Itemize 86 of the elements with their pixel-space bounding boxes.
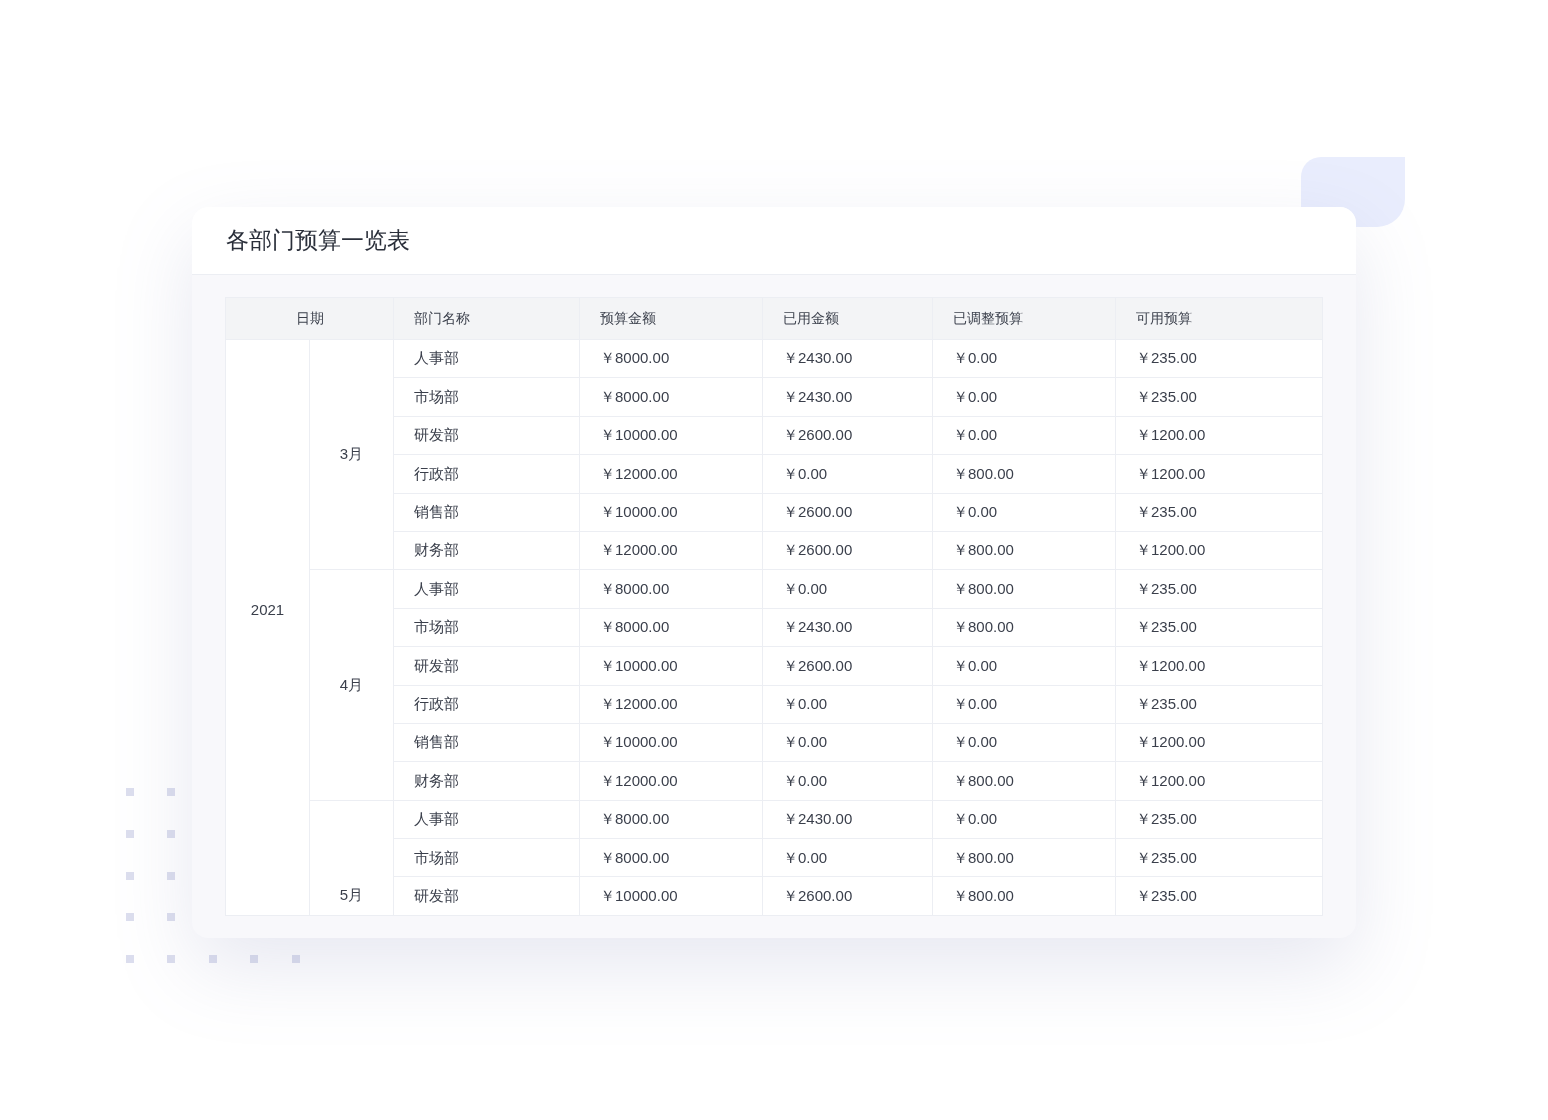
amount-cell: ￥235.00 bbox=[1136, 387, 1197, 405]
amount-cell: ￥10000.00 bbox=[600, 426, 678, 444]
month-cell: 5月 bbox=[339, 886, 364, 904]
amount-cell: ￥1200.00 bbox=[1136, 426, 1206, 444]
amount-cell: ￥12000.00 bbox=[600, 464, 678, 482]
amount-cell: ￥1200.00 bbox=[1136, 464, 1206, 482]
month-cell: 3月 bbox=[339, 445, 364, 463]
department-cell: 行政部 bbox=[414, 464, 459, 482]
amount-cell: ￥0.00 bbox=[953, 503, 998, 520]
amount-cell: ￥12000.00 bbox=[600, 771, 678, 789]
amount-cell: ￥235.00 bbox=[1136, 694, 1197, 712]
amount-cell: ￥1200.00 bbox=[1136, 656, 1206, 674]
amount-cell: ￥800.00 bbox=[953, 848, 1014, 866]
amount-cell: ￥8000.00 bbox=[600, 618, 670, 636]
amount-cell: ￥12000.00 bbox=[600, 541, 678, 559]
amount-cell: ￥0.00 bbox=[953, 426, 998, 444]
amount-cell: ￥1200.00 bbox=[1136, 771, 1206, 789]
amount-cell: ￥1200.00 bbox=[1136, 733, 1206, 751]
department-cell: 市场部 bbox=[414, 387, 459, 405]
amount-cell: ￥2430.00 bbox=[783, 810, 853, 828]
department-cell: 销售部 bbox=[414, 733, 459, 751]
amount-cell: ￥1200.00 bbox=[1136, 541, 1206, 559]
column-header: 已调整预算 bbox=[953, 310, 1023, 326]
column-header: 日期 bbox=[295, 310, 324, 326]
column-header: 可用预算 bbox=[1136, 310, 1192, 326]
department-cell: 销售部 bbox=[414, 503, 459, 520]
department-cell: 行政部 bbox=[414, 694, 459, 712]
amount-cell: ￥10000.00 bbox=[600, 503, 678, 520]
amount-cell: ￥2600.00 bbox=[783, 426, 853, 444]
department-cell: 财务部 bbox=[414, 771, 459, 789]
amount-cell: ￥0.00 bbox=[953, 694, 998, 712]
amount-cell: ￥0.00 bbox=[953, 656, 998, 674]
page-title: 各部门预算一览表 bbox=[226, 226, 410, 256]
department-cell: 人事部 bbox=[414, 349, 459, 367]
department-cell: 研发部 bbox=[414, 426, 459, 444]
amount-cell: ￥0.00 bbox=[783, 694, 828, 712]
department-cell: 研发部 bbox=[414, 886, 459, 904]
amount-cell: ￥10000.00 bbox=[600, 733, 678, 751]
amount-cell: ￥800.00 bbox=[953, 771, 1014, 789]
amount-cell: ￥0.00 bbox=[783, 579, 828, 597]
department-cell: 市场部 bbox=[414, 618, 459, 636]
amount-cell: ￥235.00 bbox=[1136, 618, 1197, 636]
column-header: 已用金额 bbox=[783, 310, 839, 326]
department-cell: 财务部 bbox=[414, 541, 459, 559]
department-cell: 人事部 bbox=[414, 810, 459, 828]
amount-cell: ￥0.00 bbox=[783, 848, 828, 866]
month-cell: 4月 bbox=[339, 675, 364, 693]
amount-cell: ￥235.00 bbox=[1136, 886, 1197, 904]
department-cell: 人事部 bbox=[414, 579, 459, 597]
amount-cell: ￥0.00 bbox=[783, 464, 828, 482]
amount-cell: ￥800.00 bbox=[953, 541, 1014, 559]
amount-cell: ￥8000.00 bbox=[600, 349, 670, 367]
amount-cell: ￥0.00 bbox=[953, 387, 998, 405]
amount-cell: ￥8000.00 bbox=[600, 810, 670, 828]
amount-cell: ￥235.00 bbox=[1136, 848, 1197, 866]
amount-cell: ￥0.00 bbox=[783, 733, 828, 751]
amount-cell: ￥2430.00 bbox=[783, 618, 853, 636]
amount-cell: ￥800.00 bbox=[953, 464, 1014, 482]
amount-cell: ￥2600.00 bbox=[783, 541, 853, 559]
amount-cell: ￥2600.00 bbox=[783, 886, 853, 904]
department-cell: 研发部 bbox=[414, 656, 459, 674]
amount-cell: ￥235.00 bbox=[1136, 810, 1197, 828]
department-cell: 市场部 bbox=[414, 848, 459, 866]
amount-cell: ￥8000.00 bbox=[600, 387, 670, 405]
amount-cell: ￥800.00 bbox=[953, 886, 1014, 904]
amount-cell: ￥235.00 bbox=[1136, 349, 1197, 367]
amount-cell: ￥2600.00 bbox=[783, 503, 853, 520]
amount-cell: ￥10000.00 bbox=[600, 656, 678, 674]
amount-cell: ￥12000.00 bbox=[600, 694, 678, 712]
amount-cell: ￥0.00 bbox=[953, 733, 998, 751]
amount-cell: ￥8000.00 bbox=[600, 579, 670, 597]
year-cell: 2021 bbox=[250, 601, 285, 619]
amount-cell: ￥10000.00 bbox=[600, 886, 678, 904]
amount-cell: ￥800.00 bbox=[953, 618, 1014, 636]
amount-cell: ￥2430.00 bbox=[783, 349, 853, 367]
column-header: 预算金额 bbox=[600, 310, 656, 326]
column-header: 部门名称 bbox=[414, 310, 470, 326]
amount-cell: ￥0.00 bbox=[953, 349, 998, 367]
amount-cell: ￥2600.00 bbox=[783, 656, 853, 674]
amount-cell: ￥235.00 bbox=[1136, 579, 1197, 597]
amount-cell: ￥8000.00 bbox=[600, 848, 670, 866]
amount-cell: ￥0.00 bbox=[783, 771, 828, 789]
amount-cell: ￥235.00 bbox=[1136, 503, 1197, 520]
amount-cell: ￥2430.00 bbox=[783, 387, 853, 405]
amount-cell: ￥0.00 bbox=[953, 810, 998, 828]
amount-cell: ￥800.00 bbox=[953, 579, 1014, 597]
